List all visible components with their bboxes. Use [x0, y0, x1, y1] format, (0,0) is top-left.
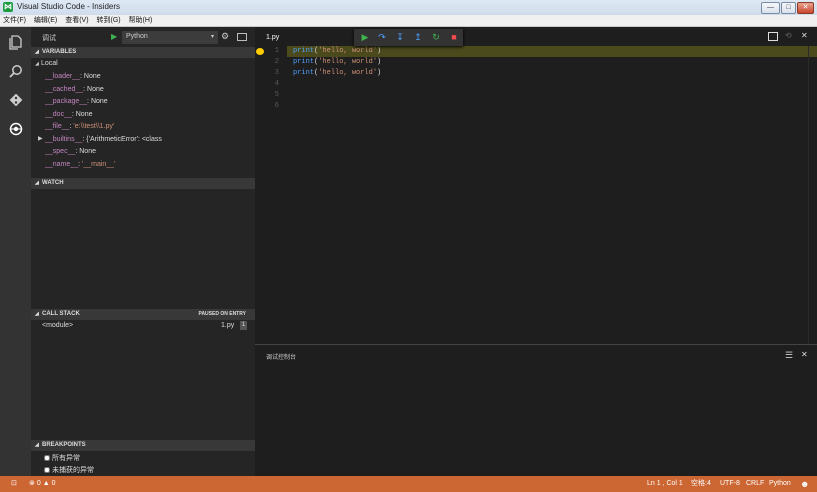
menu-help[interactable]: 帮助(H) [126, 15, 156, 26]
step-into-icon[interactable]: ↧ [394, 32, 406, 43]
window-title: Visual Studio Code - Insiders [17, 2, 121, 11]
debug-config-select[interactable]: Python ▾ [122, 31, 218, 44]
menu-edit[interactable]: 编辑(E) [31, 15, 60, 26]
breakpoint-checkbox[interactable] [44, 467, 50, 474]
collapse-arrow-icon: ◢ [35, 442, 39, 448]
editor-scrollbar[interactable] [808, 46, 817, 344]
variable-row[interactable]: __doc__: None [45, 110, 92, 120]
close-editor-icon[interactable]: ✕ [801, 31, 808, 40]
breakpoint-item[interactable]: 未捕获的异常 [44, 465, 94, 475]
close-panel-icon[interactable]: ✕ [801, 350, 808, 359]
line-number: 3 [274, 69, 279, 77]
console-input[interactable] [255, 464, 817, 476]
cursor-position[interactable]: Ln 1 , Col 1 [647, 476, 683, 492]
git-icon[interactable] [7, 93, 24, 110]
close-window-button[interactable]: ✕ [797, 2, 814, 14]
stop-icon[interactable]: ■ [448, 32, 460, 43]
variable-row[interactable]: __name__: '__main__' [45, 160, 115, 170]
status-bar: ⊡ ⊗ 0 ▲ 0 Ln 1 , Col 1 空格:4 UTF-8 CRLF P… [0, 476, 817, 492]
variable-row[interactable]: __package__: None [45, 97, 108, 107]
watch-header[interactable]: ◢ WATCH [31, 178, 255, 189]
debug-view-title: 调试 [42, 35, 56, 42]
maximize-button[interactable]: □ [781, 2, 796, 14]
open-console-icon[interactable] [237, 33, 247, 41]
feedback-smiley-icon[interactable]: ☻ [800, 476, 809, 492]
debug-console-title: 调试控制台 [266, 355, 297, 361]
step-out-icon[interactable]: ↥ [412, 32, 424, 43]
line-number: 1 [274, 47, 279, 55]
frame-name: <module> [42, 322, 74, 329]
encoding[interactable]: UTF-8 [720, 476, 740, 492]
start-debugging-icon[interactable]: ▶ [111, 32, 117, 41]
expand-arrow-icon[interactable]: ▶ [38, 135, 43, 142]
frame-line-badge: 1 [240, 321, 247, 330]
step-over-icon[interactable]: ↷ [376, 32, 388, 43]
breakpoint-checkbox[interactable] [44, 455, 50, 462]
explorer-icon[interactable] [7, 35, 24, 52]
problems-indicator[interactable]: ⊗ 0 ▲ 0 [29, 476, 55, 492]
breakpoints-header-label: BREAKPOINTS [42, 442, 86, 448]
breakpoint-label: 未捕获的异常 [51, 467, 94, 474]
language-mode[interactable]: Python [769, 476, 791, 492]
warning-icon: ▲ [42, 480, 50, 487]
debug-status-icon[interactable]: ⊡ [11, 476, 17, 492]
breakpoint-label: 所有异常 [51, 455, 80, 462]
line-number: 5 [274, 91, 279, 99]
debug-config-value: Python [126, 33, 148, 40]
minimize-button[interactable]: — [761, 2, 780, 14]
line-ending[interactable]: CRLF [746, 476, 764, 492]
callstack-header-label: CALL STACK [42, 311, 80, 317]
breakpoints-header[interactable]: ◢ BREAKPOINTS [31, 440, 255, 451]
menu-file[interactable]: 文件(F) [0, 15, 29, 26]
editor-tab-bar [255, 27, 817, 47]
collapse-arrow-icon: ◢ [35, 180, 39, 186]
code-line[interactable]: print('hello, world') [293, 57, 381, 68]
title-bar: ⋈ Visual Studio Code - Insiders — □ ✕ [0, 0, 817, 16]
error-icon: ⊗ [29, 480, 35, 487]
variable-row[interactable]: __file__: 'e:\\test\\1.py' [45, 122, 114, 132]
variable-row[interactable]: __builtins__: {'ArithmeticError': <class [45, 135, 162, 145]
callstack-header[interactable]: ◢ CALL STACK PAUSED ON ENTRY [31, 309, 255, 320]
variable-row[interactable]: __cached__: None [45, 85, 104, 95]
restart-icon[interactable]: ↻ [430, 32, 442, 43]
collapse-arrow-icon: ◢ [35, 311, 39, 317]
open-changes-icon: ⟲ [785, 31, 792, 40]
variables-header-label: VARIABLES [42, 49, 77, 55]
tab-1py[interactable]: 1.py [266, 34, 279, 41]
indentation[interactable]: 空格:4 [691, 476, 711, 492]
chevron-down-icon: ▾ [210, 34, 214, 40]
warning-count: 0 [51, 480, 56, 487]
line-number: 4 [274, 80, 279, 88]
line-number: 2 [274, 58, 279, 66]
paused-status-label: PAUSED ON ENTRY [198, 311, 246, 317]
menu-goto[interactable]: 转到(G) [94, 15, 124, 26]
error-count: 0 [36, 480, 41, 487]
variables-header[interactable]: ◢ VARIABLES [31, 47, 255, 58]
code-line[interactable]: print('hello, world') [293, 46, 381, 57]
callstack-frame[interactable]: <module> 1.py 1 [31, 321, 255, 332]
menu-view[interactable]: 查看(V) [62, 15, 91, 26]
continue-icon[interactable]: ▶ [359, 32, 371, 43]
debug-console-panel [255, 344, 817, 477]
scope-local[interactable]: Local [41, 60, 58, 67]
vscode-logo-icon: ⋈ [3, 2, 13, 12]
menu-bar: 文件(F) 编辑(E) 查看(V) 转到(G) 帮助(H) [0, 15, 817, 27]
gear-icon[interactable]: ⚙ [221, 31, 229, 42]
collapse-arrow-icon: ◢ [35, 49, 39, 55]
expand-arrow-icon[interactable]: ◢ [35, 61, 39, 67]
breakpoint-item[interactable]: 所有异常 [44, 453, 80, 463]
frame-file: 1.py [221, 322, 235, 329]
variable-row[interactable]: __spec__: None [45, 147, 96, 157]
variable-row[interactable]: __loader__: None [45, 72, 101, 82]
code-line[interactable]: print('hello, world') [293, 68, 381, 79]
debug-toolbar: ▶ ↷ ↧ ↥ ↻ ■ [354, 29, 463, 46]
split-editor-icon[interactable] [768, 32, 778, 41]
clear-console-icon[interactable]: ☰ [785, 350, 793, 361]
debug-icon[interactable] [7, 122, 24, 139]
search-icon[interactable] [7, 64, 24, 81]
watch-header-label: WATCH [42, 180, 64, 186]
line-number: 6 [274, 102, 279, 110]
